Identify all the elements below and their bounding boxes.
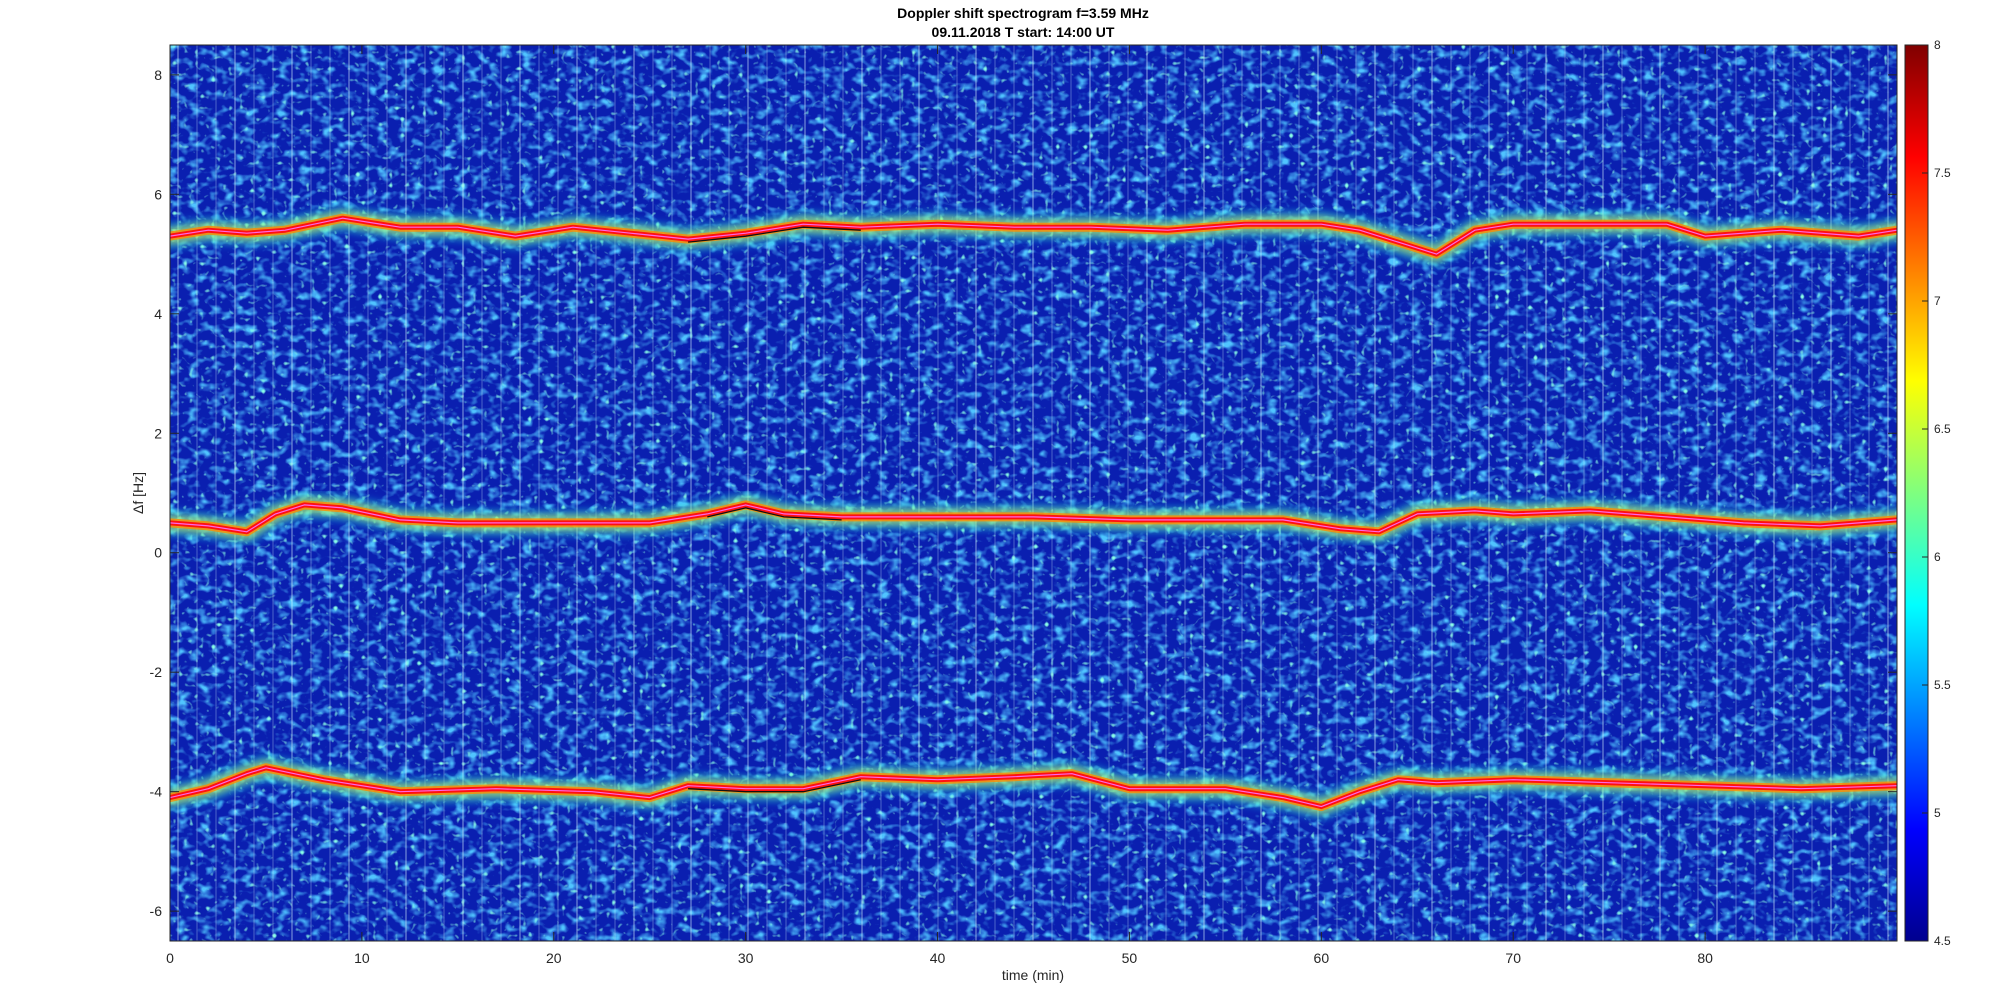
colorbar-tick-label: 8 bbox=[1934, 38, 1941, 52]
x-tick-label: 70 bbox=[1505, 950, 1521, 966]
x-tick-label: 0 bbox=[166, 950, 174, 966]
colorbar-tick-label: 6 bbox=[1934, 550, 1941, 564]
x-tick-label: 10 bbox=[354, 950, 370, 966]
colorbar-tick-label: 4.5 bbox=[1934, 934, 1951, 948]
colorbar-tick-label: 5 bbox=[1934, 806, 1941, 820]
colorbar: 4.5 5 5.5 6 6.5 7 7.5 8 bbox=[1904, 38, 1951, 948]
colorbar-tick-label: 6.5 bbox=[1934, 422, 1951, 436]
chart-subtitle: 09.11.2018 T start: 14:00 UT bbox=[932, 24, 1115, 40]
y-tick-label: 4 bbox=[154, 306, 162, 322]
colorbar-gradient bbox=[1904, 44, 1929, 942]
y-axis-label: Δf [Hz] bbox=[130, 472, 146, 514]
colorbar-tick-label: 7 bbox=[1934, 294, 1941, 308]
y-tick-label: 8 bbox=[154, 67, 162, 83]
y-tick-label: -6 bbox=[150, 903, 163, 919]
y-tick-label: -2 bbox=[150, 664, 163, 680]
spectrogram-figure: Doppler shift spectrogram f=3.59 MHz 09.… bbox=[130, 5, 1951, 983]
y-tick-label: 0 bbox=[154, 545, 162, 561]
colorbar-tick-label: 7.5 bbox=[1934, 166, 1951, 180]
x-tick-label: 60 bbox=[1314, 950, 1330, 966]
y-tick-label: 2 bbox=[154, 425, 162, 441]
x-axis-label: time (min) bbox=[1002, 967, 1064, 983]
x-tick-label: 40 bbox=[930, 950, 946, 966]
y-tick-label: 6 bbox=[154, 186, 162, 202]
x-tick-label: 30 bbox=[738, 950, 754, 966]
x-tick-label: 20 bbox=[546, 950, 562, 966]
plot-area bbox=[169, 44, 1898, 942]
colorbar-tick-label: 5.5 bbox=[1934, 678, 1951, 692]
chart-title: Doppler shift spectrogram f=3.59 MHz bbox=[897, 5, 1149, 21]
x-tick-label: 50 bbox=[1122, 950, 1138, 966]
y-tick-label: -4 bbox=[150, 784, 163, 800]
x-tick-label: 80 bbox=[1697, 950, 1713, 966]
